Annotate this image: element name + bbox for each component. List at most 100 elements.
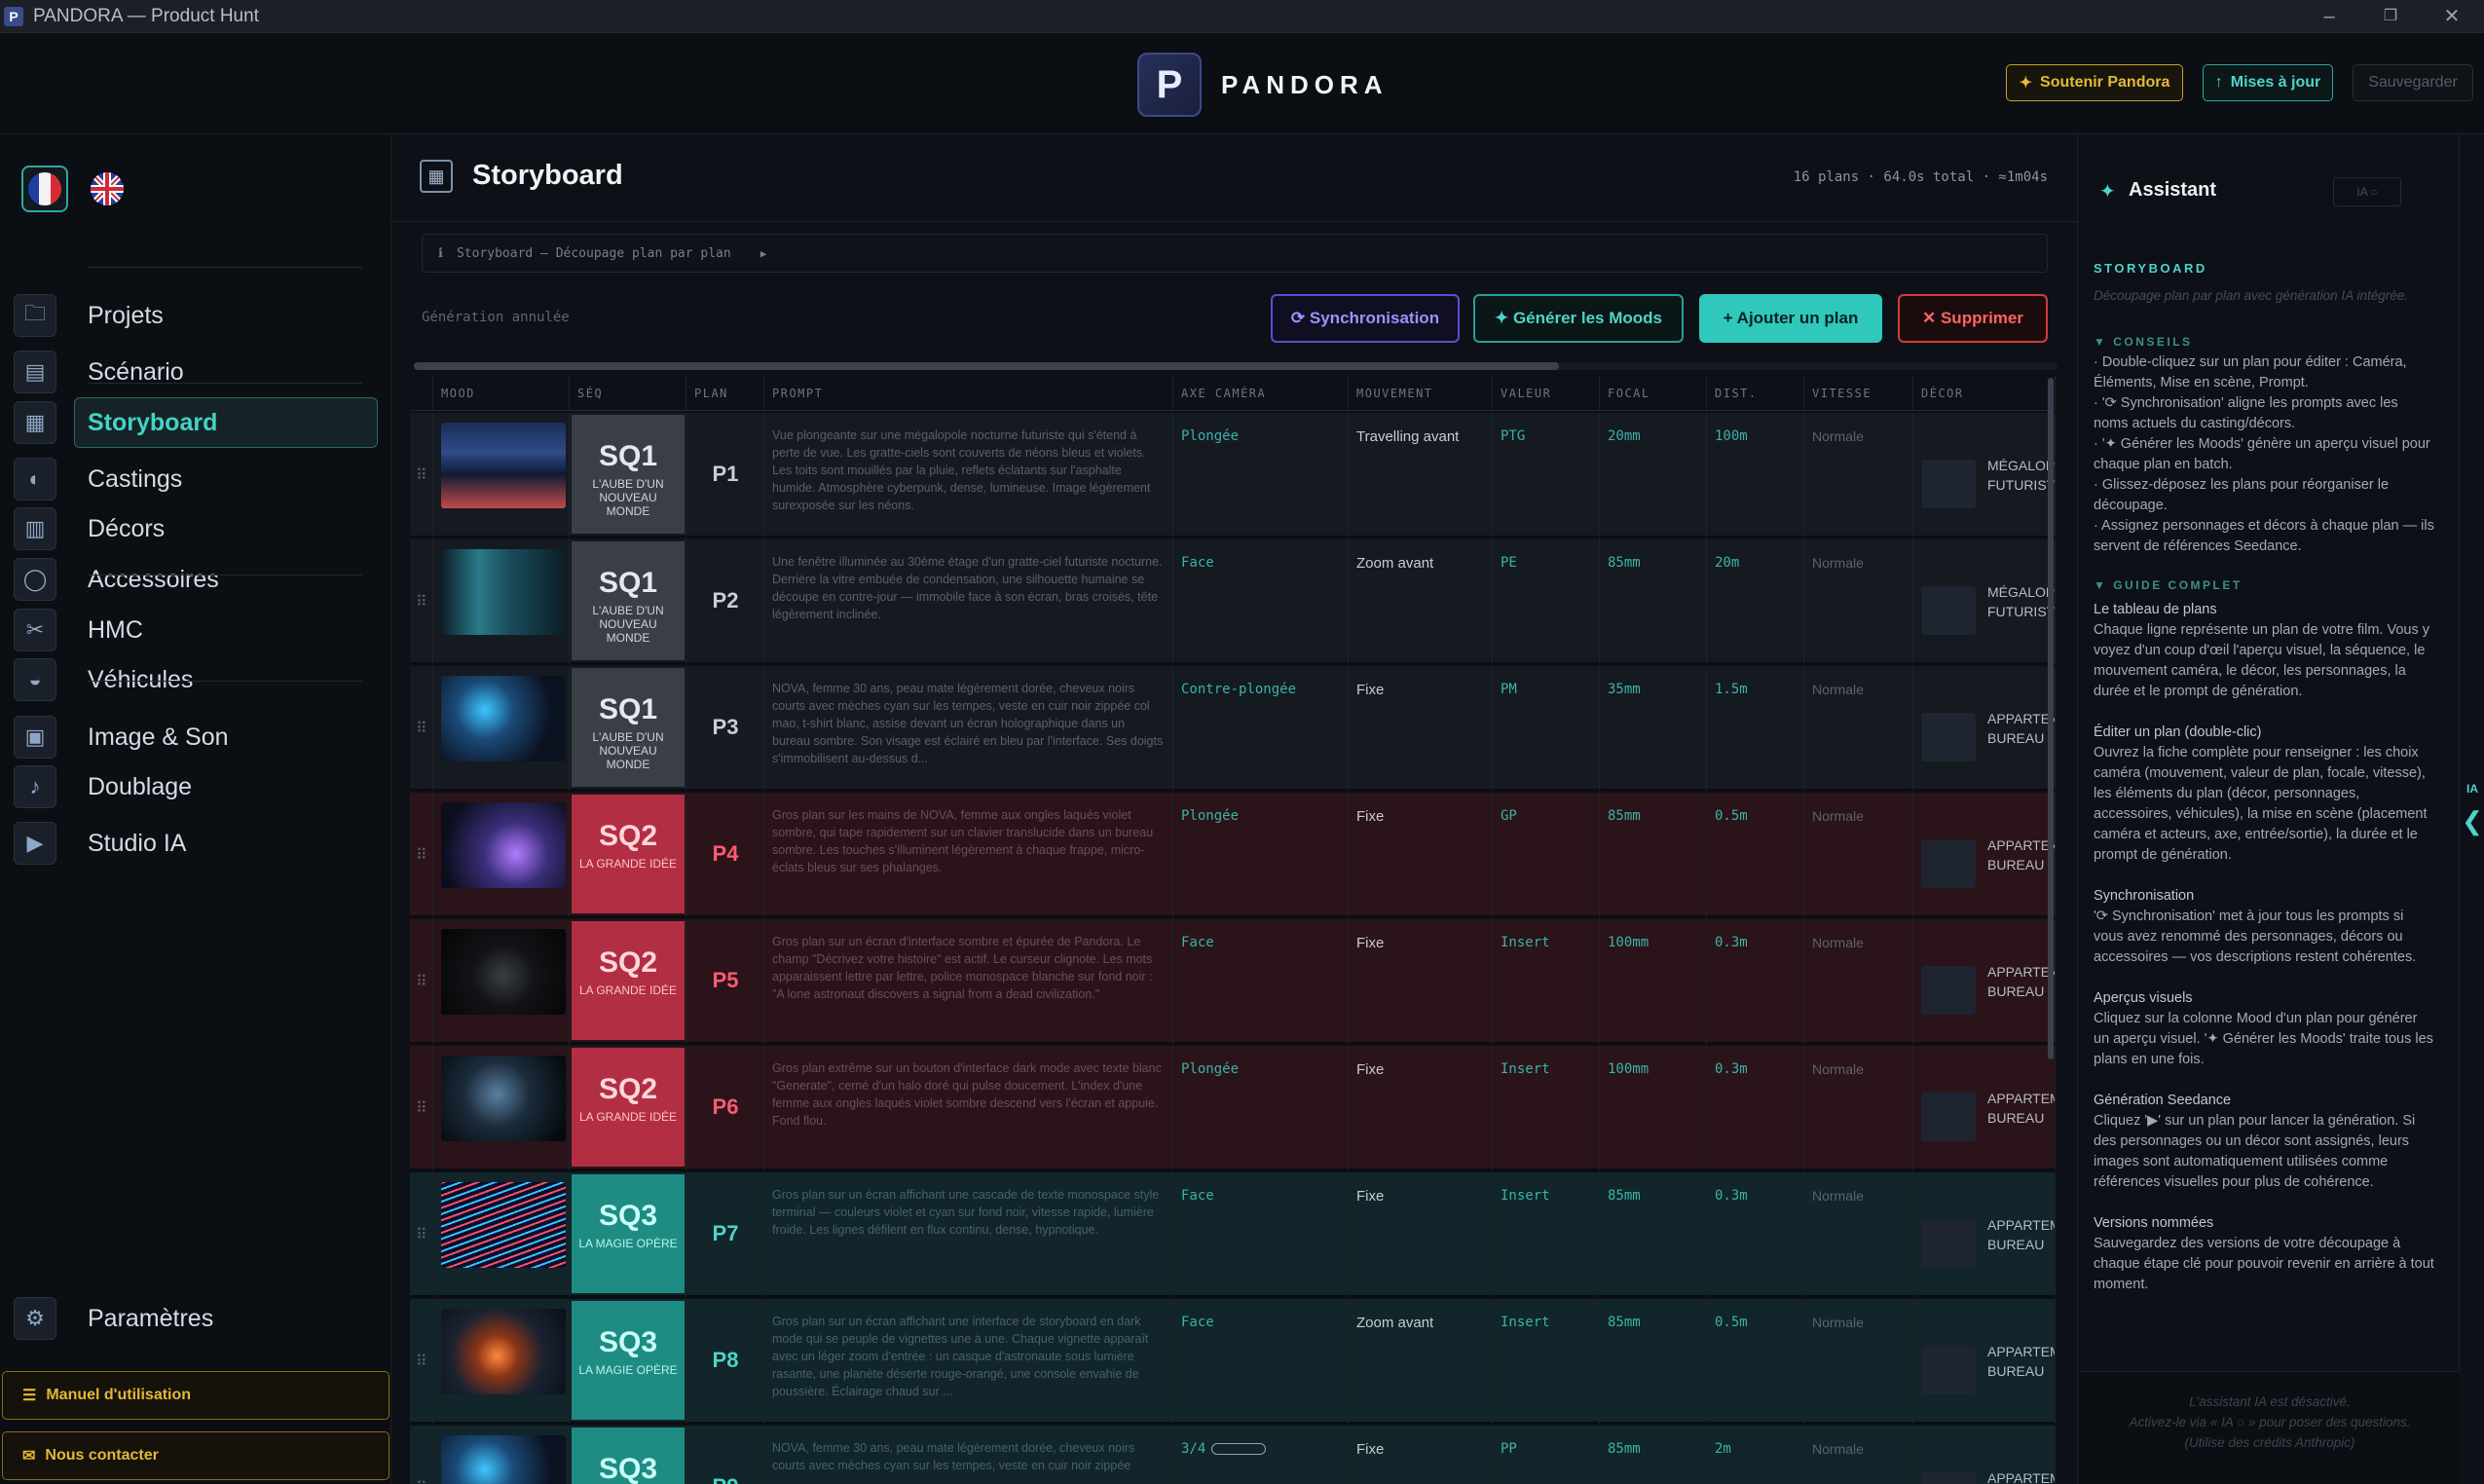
scrollbar-thumb[interactable] (414, 362, 1559, 370)
focal-cell[interactable]: 85mm (1600, 1426, 1707, 1484)
column-header[interactable]: DIST. (1707, 376, 1804, 411)
drag-handle-icon[interactable]: ⠿ (416, 1352, 427, 1371)
minimize-button[interactable]: – (2300, 0, 2358, 33)
mood-thumbnail[interactable] (441, 1435, 566, 1484)
focal-cell[interactable]: 100mm (1600, 1046, 1707, 1170)
camera-axis-cell[interactable]: Face (1173, 919, 1349, 1044)
movement-cell[interactable]: Fixe (1349, 1426, 1493, 1484)
drag-cell[interactable]: ⠿ (410, 539, 433, 664)
speed-cell[interactable]: Normale (1804, 1426, 1913, 1484)
drag-handle-icon[interactable]: ⠿ (416, 1098, 427, 1118)
prompt-cell[interactable]: Gros plan sur un écran d'interface sombr… (764, 919, 1173, 1044)
sidebar-item-storyboard[interactable]: ▦ Storyboard (0, 395, 391, 450)
speed-cell[interactable]: Normale (1804, 1046, 1913, 1170)
prompt-cell[interactable]: Une fenêtre illuminée au 30ème étage d'u… (764, 539, 1173, 664)
sidebar-item-doublage[interactable]: ♪ Doublage (0, 760, 391, 814)
focal-cell[interactable]: 85mm (1600, 793, 1707, 917)
language-fr-button[interactable] (21, 166, 68, 212)
table-row[interactable]: ⠿ SQ1 L'AUBE D'UN NOUVEAU MONDE P1 Vue plong… (410, 413, 2056, 538)
shot-value-cell[interactable]: PE (1493, 539, 1600, 664)
sidebar-item-accessoires[interactable]: ◯ Accessoires (0, 552, 391, 607)
drag-cell[interactable]: ⠿ (410, 666, 433, 791)
breadcrumb[interactable]: ℹ Storyboard — Découpage plan par plan ▶ (422, 234, 2048, 273)
mood-thumbnail[interactable] (441, 1309, 566, 1394)
mood-cell[interactable] (433, 1426, 570, 1484)
prompt-cell[interactable]: NOVA, femme 30 ans, peau mate légèrement… (764, 1426, 1173, 1484)
focal-cell[interactable]: 85mm (1600, 1299, 1707, 1424)
column-header[interactable]: VALEUR (1493, 376, 1600, 411)
support-button[interactable]: ✦ Soutenir Pandora (2006, 64, 2183, 101)
mood-cell[interactable] (433, 919, 570, 1044)
decor-cell[interactable]: APPARTEMENTBUREAU (1913, 793, 2056, 917)
drag-handle-icon[interactable]: ⠿ (416, 1225, 427, 1244)
updates-button[interactable]: ↑ Mises à jour (2203, 64, 2333, 101)
mood-thumbnail[interactable] (441, 676, 566, 761)
table-row[interactable]: ⠿ SQ3 LA MAGIE OPÈRE P8 Gros plan sur un écr… (410, 1299, 2056, 1424)
ia-toggle-button[interactable]: IA ○ (2333, 177, 2401, 206)
mood-cell[interactable] (433, 793, 570, 917)
prompt-cell[interactable]: NOVA, femme 30 ans, peau mate légèrement… (764, 666, 1173, 791)
distance-cell[interactable]: 0.3m (1707, 919, 1804, 1044)
shot-value-cell[interactable]: Insert (1493, 919, 1600, 1044)
sidebar-item-vehicules[interactable]: ◒ Véhicules (0, 652, 391, 707)
add-plan-button[interactable]: + Ajouter un plan (1699, 294, 1882, 343)
prompt-cell[interactable]: Vue plongeante sur une mégalopole noctur… (764, 413, 1173, 538)
table-row[interactable]: ⠿ SQ1 L'AUBE D'UN NOUVEAU MONDE P3 NOVA, fem… (410, 666, 2056, 791)
column-header[interactable]: SÉQ (570, 376, 686, 411)
drag-cell[interactable]: ⠿ (410, 1046, 433, 1170)
distance-cell[interactable]: 0.5m (1707, 793, 1804, 917)
focal-cell[interactable]: 85mm (1600, 539, 1707, 664)
language-en-button[interactable] (84, 166, 130, 212)
horizontal-scrollbar[interactable] (414, 362, 2058, 370)
sidebar-item-image-son[interactable]: ▣ Image & Son (0, 710, 391, 764)
mood-cell[interactable] (433, 666, 570, 791)
table-row[interactable]: ⠿ SQ3LA MAGIE OPÈREP9 NOVA, femme 30 ans, … (410, 1426, 2056, 1484)
prompt-cell[interactable]: Gros plan extrême sur un bouton d'interf… (764, 1046, 1173, 1170)
table-row[interactable]: ⠿ SQ2 LA GRANDE IDÉE P5 Gros plan sur un écr… (410, 919, 2056, 1044)
column-header[interactable]: PROMPT (764, 376, 1173, 411)
distance-cell[interactable]: 0.3m (1707, 1046, 1804, 1170)
drag-cell[interactable]: ⠿ (410, 1426, 433, 1484)
mood-cell[interactable] (433, 413, 570, 538)
movement-cell[interactable]: Fixe (1349, 919, 1493, 1044)
speed-cell[interactable]: Normale (1804, 539, 1913, 664)
sidebar-item-castings[interactable]: ◐ Castings (0, 452, 391, 506)
table-row[interactable]: ⠿ SQ2 LA GRANDE IDÉE P6 Gros plan extrême su… (410, 1046, 2056, 1170)
mood-thumbnail[interactable] (441, 1182, 566, 1268)
column-header[interactable]: FOCAL (1600, 376, 1707, 411)
mood-cell[interactable] (433, 1299, 570, 1424)
speed-cell[interactable]: Normale (1804, 1172, 1913, 1297)
delete-button[interactable]: ✕ Supprimer (1898, 294, 2048, 343)
decor-cell[interactable]: MÉGALOPOLEFUTURISTE (1913, 539, 2056, 664)
movement-cell[interactable]: Travelling avant (1349, 413, 1493, 538)
distance-cell[interactable]: 0.3m (1707, 1172, 1804, 1297)
mood-thumbnail[interactable] (441, 1056, 566, 1141)
distance-cell[interactable]: 20m (1707, 539, 1804, 664)
movement-cell[interactable]: Fixe (1349, 1046, 1493, 1170)
movement-cell[interactable]: Fixe (1349, 1172, 1493, 1297)
decor-cell[interactable]: APPARTEMENTBUREAU (1913, 919, 2056, 1044)
focal-cell[interactable]: 85mm (1600, 1172, 1707, 1297)
sidebar-item-parametres[interactable]: ⚙ Paramètres (0, 1291, 391, 1346)
table-row[interactable]: ⠿ SQ2 LA GRANDE IDÉE P4 Gros plan sur les ma… (410, 793, 2056, 917)
shot-value-cell[interactable]: Insert (1493, 1046, 1600, 1170)
conseils-toggle[interactable]: ▼ CONSEILS (2094, 335, 2193, 349)
sidebar-item-decors[interactable]: ▥ Décors (0, 501, 391, 556)
movement-cell[interactable]: Fixe (1349, 793, 1493, 917)
camera-axis-cell[interactable]: Plongée (1173, 413, 1349, 538)
shot-value-cell[interactable]: Insert (1493, 1172, 1600, 1297)
contact-button[interactable]: ✉ Nous contacter (2, 1431, 389, 1480)
camera-axis-cell[interactable]: Face (1173, 1299, 1349, 1424)
distance-cell[interactable]: 1.5m (1707, 666, 1804, 791)
shot-value-cell[interactable]: PTG (1493, 413, 1600, 538)
drag-cell[interactable]: ⠿ (410, 793, 433, 917)
column-header[interactable]: DÉCOR (1913, 376, 2056, 411)
decor-cell[interactable]: APPARTEMENTBUREAU (1913, 666, 2056, 791)
decor-cell[interactable]: MÉGALOPOLEFUTURISTE (1913, 413, 2056, 538)
decor-cell[interactable]: APPARTEMENTBUREAU (1913, 1172, 2056, 1297)
sync-button[interactable]: ⟳ Synchronisation (1271, 294, 1460, 343)
sidebar-item-hmc[interactable]: ✂ HMC (0, 603, 391, 657)
shot-value-cell[interactable]: Insert (1493, 1299, 1600, 1424)
drag-cell[interactable]: ⠿ (410, 1172, 433, 1297)
drag-handle-icon[interactable]: ⠿ (416, 972, 427, 991)
